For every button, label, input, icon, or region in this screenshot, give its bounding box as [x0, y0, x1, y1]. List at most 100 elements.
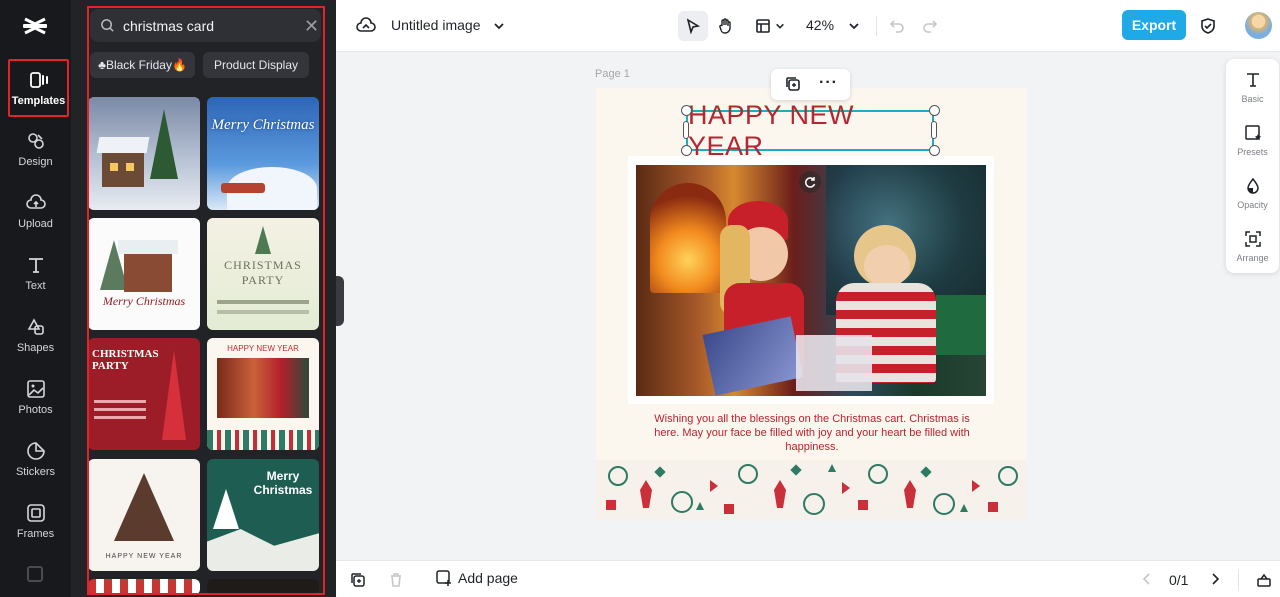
- rail-label: Photos: [18, 403, 53, 416]
- rail-shapes[interactable]: Shapes: [0, 306, 71, 364]
- rail-design[interactable]: Design: [0, 120, 71, 178]
- opacity-label: Opacity: [1237, 199, 1268, 210]
- template-thumb[interactable]: [207, 579, 319, 595]
- duplicate-page-icon[interactable]: [350, 572, 366, 593]
- design-icon: [27, 132, 44, 149]
- template-thumb[interactable]: HAPPY NEW YEAR: [88, 459, 200, 571]
- pages-panel-icon[interactable]: [1256, 572, 1272, 593]
- more-tools-icon[interactable]: [27, 566, 43, 582]
- template-thumb[interactable]: [88, 579, 200, 595]
- rail-text[interactable]: Text: [0, 244, 71, 302]
- resize-handle[interactable]: [929, 105, 940, 116]
- template-thumb[interactable]: Merry Christmas: [207, 459, 319, 571]
- properties-panel: Basic Presets Opacity Arrange: [1226, 59, 1279, 273]
- heading-text[interactable]: HAPPY NEW YEAR: [686, 100, 934, 161]
- chevron-down-icon[interactable]: [841, 13, 867, 39]
- photos-icon: [26, 379, 45, 398]
- rail-label: Shapes: [16, 341, 55, 354]
- pattern-art: [606, 464, 1018, 515]
- rail-stickers[interactable]: Stickers: [0, 430, 71, 488]
- rail-photos[interactable]: Photos: [0, 368, 71, 426]
- text-basic-icon: [1246, 72, 1259, 87]
- chevron-down-icon[interactable]: [772, 13, 788, 39]
- export-button[interactable]: Export: [1122, 10, 1186, 40]
- resize-handle[interactable]: [683, 121, 689, 139]
- rotate-icon[interactable]: [799, 171, 821, 193]
- clear-search-icon[interactable]: ✕: [304, 17, 319, 35]
- shield-icon[interactable]: [1195, 13, 1221, 39]
- shapes-icon: [27, 317, 44, 335]
- search-icon: [101, 19, 114, 32]
- rail-label: Design: [18, 155, 53, 168]
- page-label: Page 1: [595, 68, 630, 80]
- app: Templates Design Upload Text Shapes Phot…: [0, 0, 1280, 597]
- add-page-icon: [436, 570, 451, 586]
- resize-handle[interactable]: [929, 145, 940, 156]
- template-title: CHRISTMAS PARTY: [224, 258, 302, 287]
- basic-label: Basic: [1241, 93, 1264, 104]
- opacity-button[interactable]: Opacity: [1226, 169, 1279, 217]
- rail-label: Stickers: [15, 465, 56, 478]
- rail-label: Frames: [16, 527, 55, 540]
- page-counter: 0/1: [1169, 572, 1189, 588]
- arrange-label: Arrange: [1236, 252, 1269, 263]
- template-thumb[interactable]: CHRISTMAS PARTY: [207, 218, 319, 330]
- rail-label: Text: [25, 279, 46, 292]
- element-toolbar: ···: [771, 69, 850, 100]
- presets-label: Presets: [1237, 146, 1268, 157]
- photo-image[interactable]: [636, 165, 986, 396]
- left-rail: Templates Design Upload Text Shapes Phot…: [0, 0, 71, 597]
- holiday-pattern-band[interactable]: [596, 460, 1027, 520]
- template-title: Merry Christmas: [253, 469, 313, 497]
- upload-icon: [25, 193, 46, 209]
- rail-upload[interactable]: Upload: [0, 182, 71, 240]
- hand-tool-icon[interactable]: [713, 13, 739, 39]
- template-thumb[interactable]: Merry Christmas: [207, 97, 319, 210]
- basic-button[interactable]: Basic: [1226, 63, 1279, 111]
- template-thumb[interactable]: [88, 97, 200, 210]
- document-title[interactable]: Untitled image: [391, 17, 481, 33]
- bottom-bar: Add page 0/1: [336, 560, 1280, 597]
- rail-label: Templates: [11, 94, 66, 107]
- previous-page-icon[interactable]: [1140, 572, 1154, 591]
- search-input[interactable]: [123, 17, 304, 34]
- arrange-button[interactable]: Arrange: [1226, 222, 1279, 270]
- delete-page-icon[interactable]: [388, 572, 404, 593]
- template-title: HAPPY NEW YEAR: [105, 553, 183, 560]
- message-text[interactable]: Wishing you all the blessings on the Chr…: [645, 412, 979, 454]
- top-bar: Untitled image 42% Export: [336, 0, 1280, 52]
- add-page-label: Add page: [458, 570, 518, 586]
- template-thumb[interactable]: HAPPY NEW YEAR: [207, 338, 319, 450]
- chip-black-friday[interactable]: ♣Black Friday🔥: [90, 52, 195, 78]
- capcut-logo-icon[interactable]: [22, 14, 48, 38]
- templates-icon: [29, 71, 48, 88]
- resize-handle[interactable]: [931, 121, 937, 139]
- stickers-icon: [26, 441, 45, 460]
- select-tool-icon[interactable]: [678, 11, 708, 41]
- resize-handle[interactable]: [681, 105, 692, 116]
- duplicate-icon[interactable]: [785, 76, 801, 97]
- rail-templates[interactable]: Templates: [8, 59, 69, 117]
- cloud-save-icon[interactable]: [353, 13, 379, 39]
- text-icon: [28, 257, 43, 273]
- resize-handle[interactable]: [681, 145, 692, 156]
- collapse-panel-handle[interactable]: [336, 276, 344, 326]
- template-title: Merry Christmas: [211, 117, 315, 133]
- opacity-icon: [1246, 177, 1259, 194]
- rail-frames[interactable]: Frames: [0, 492, 71, 550]
- redo-icon[interactable]: [917, 13, 943, 39]
- chip-product-display[interactable]: Product Display: [203, 52, 309, 78]
- presets-button[interactable]: Presets: [1226, 116, 1279, 164]
- add-page-button[interactable]: Add page: [436, 570, 518, 586]
- zoom-level[interactable]: 42%: [806, 17, 834, 33]
- more-options-icon[interactable]: ···: [819, 75, 838, 91]
- template-thumb[interactable]: Merry Christmas: [88, 218, 200, 330]
- template-thumb[interactable]: CHRISTMAS PARTY: [88, 338, 200, 450]
- arrange-icon: [1244, 230, 1261, 247]
- next-page-icon[interactable]: [1208, 572, 1222, 591]
- avatar[interactable]: [1245, 12, 1272, 39]
- chevron-down-icon[interactable]: [486, 13, 512, 39]
- undo-icon[interactable]: [884, 13, 910, 39]
- template-search[interactable]: ✕: [90, 9, 321, 42]
- divider: [876, 16, 877, 36]
